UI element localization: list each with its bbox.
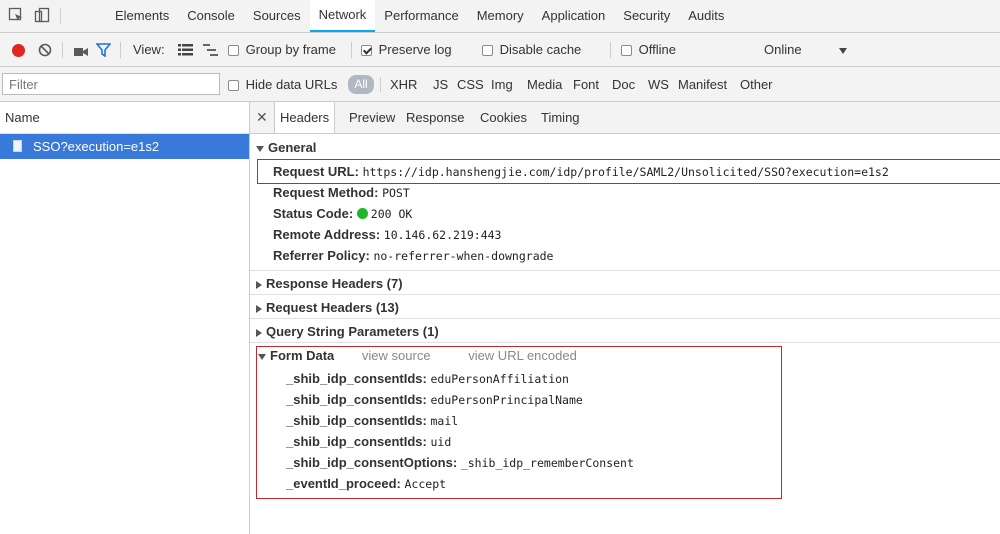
request-method-row: Request Method: POST xyxy=(273,185,410,200)
name-column-header[interactable]: Name xyxy=(0,102,249,134)
tab-audits[interactable]: Audits xyxy=(679,0,733,32)
toolbar-divider xyxy=(610,42,611,58)
query-string-section[interactable]: Query String Parameters (1) xyxy=(256,324,439,339)
tab-application[interactable]: Application xyxy=(533,0,615,32)
hide-data-urls-checkbox[interactable] xyxy=(228,80,239,92)
tab-network[interactable]: Network xyxy=(309,0,376,32)
preserve-log-option[interactable]: Preserve log xyxy=(361,41,452,58)
filter-type-xhr[interactable]: XHR xyxy=(390,76,417,93)
group-by-frame-checkbox[interactable] xyxy=(228,45,239,57)
detail-tabs: ✕ Headers Preview Response Cookies Timin… xyxy=(250,102,1000,134)
document-icon xyxy=(13,140,22,152)
general-section-header[interactable]: General xyxy=(256,140,316,155)
expand-triangle-icon xyxy=(256,145,264,152)
toolbar-divider xyxy=(120,42,121,58)
offline-checkbox[interactable] xyxy=(621,45,632,57)
expand-triangle-icon xyxy=(258,353,266,360)
tab-preview[interactable]: Preview xyxy=(344,102,400,133)
form-data-row: _shib_idp_consentIds: eduPersonPrincipal… xyxy=(286,392,583,407)
tabbar-divider xyxy=(60,8,61,24)
filter-type-manifest[interactable]: Manifest xyxy=(678,76,727,93)
overview-icon[interactable] xyxy=(203,44,218,59)
section-divider xyxy=(250,342,1000,343)
tab-sources[interactable]: Sources xyxy=(244,0,310,32)
tab-timing[interactable]: Timing xyxy=(536,102,585,133)
section-divider xyxy=(250,270,1000,271)
filter-type-img[interactable]: Img xyxy=(491,76,513,93)
network-toolbar: View: Group by frame Preserve log Disabl… xyxy=(0,33,1000,67)
tab-cookies[interactable]: Cookies xyxy=(475,102,532,133)
devtools-tabbar: Elements Console Sources Network Perform… xyxy=(0,0,1000,33)
device-toolbar-icon[interactable] xyxy=(34,7,50,23)
section-divider xyxy=(250,294,1000,295)
filter-type-doc[interactable]: Doc xyxy=(612,76,635,93)
tab-response[interactable]: Response xyxy=(401,102,470,133)
form-data-row: _eventId_proceed: Accept xyxy=(286,476,447,491)
collapse-triangle-icon xyxy=(256,304,262,313)
filter-divider xyxy=(380,77,381,92)
group-by-frame-option[interactable]: Group by frame xyxy=(228,41,336,58)
filter-bar: Hide data URLs All XHR JS CSS Img Media … xyxy=(0,67,1000,102)
tab-performance[interactable]: Performance xyxy=(375,0,467,32)
referrer-policy-row: Referrer Policy: no-referrer-when-downgr… xyxy=(273,248,554,263)
tab-console[interactable]: Console xyxy=(178,0,244,32)
inspect-element-icon[interactable] xyxy=(8,7,24,23)
view-url-encoded-link[interactable]: view URL encoded xyxy=(468,348,577,363)
throttling-select[interactable]: Online xyxy=(764,41,802,58)
section-divider xyxy=(250,318,1000,319)
filter-type-js[interactable]: JS xyxy=(433,76,448,93)
filter-input[interactable] xyxy=(2,73,220,95)
form-data-section-header[interactable]: Form Data view source view URL encoded xyxy=(258,348,577,363)
status-ok-icon xyxy=(356,208,368,219)
large-rows-icon[interactable] xyxy=(178,44,193,59)
capture-screenshots-icon[interactable] xyxy=(74,45,88,60)
filter-type-media[interactable]: Media xyxy=(527,76,562,93)
throttling-dropdown-icon[interactable] xyxy=(839,48,847,54)
tab-memory[interactable]: Memory xyxy=(468,0,533,32)
status-code-row: Status Code: 200 OK xyxy=(273,206,413,221)
collapse-triangle-icon xyxy=(256,280,262,289)
hide-data-urls-option[interactable]: Hide data URLs xyxy=(228,76,337,93)
tab-security[interactable]: Security xyxy=(614,0,679,32)
form-data-row: _shib_idp_consentOptions: _shib_idp_reme… xyxy=(286,455,634,470)
tab-headers[interactable]: Headers xyxy=(274,102,336,133)
request-headers-section[interactable]: Request Headers (13) xyxy=(256,300,399,315)
request-url-row: Request URL: https://idp.hanshengjie.com… xyxy=(273,164,889,179)
clear-icon[interactable] xyxy=(38,43,52,60)
request-row[interactable]: SSO?execution=e1s2 xyxy=(0,134,249,159)
offline-option[interactable]: Offline xyxy=(621,41,676,58)
response-headers-section[interactable]: Response Headers (7) xyxy=(256,276,403,291)
view-source-link[interactable]: view source xyxy=(362,348,431,363)
close-icon[interactable]: ✕ xyxy=(256,109,268,126)
tab-elements[interactable]: Elements xyxy=(106,0,178,32)
toolbar-divider xyxy=(62,42,63,58)
form-data-row: _shib_idp_consentIds: uid xyxy=(286,434,452,449)
disable-cache-checkbox[interactable] xyxy=(482,45,493,57)
filter-type-ws[interactable]: WS xyxy=(648,76,669,93)
filter-type-other[interactable]: Other xyxy=(740,76,773,93)
filter-type-font[interactable]: Font xyxy=(573,76,599,93)
toolbar-divider xyxy=(351,42,352,58)
filter-type-css[interactable]: CSS xyxy=(457,76,484,93)
form-data-row: _shib_idp_consentIds: mail xyxy=(286,413,459,428)
view-label: View: xyxy=(133,42,165,57)
request-details: ✕ Headers Preview Response Cookies Timin… xyxy=(250,102,1000,534)
preserve-log-checkbox[interactable] xyxy=(361,45,372,57)
remote-address-row: Remote Address: 10.146.62.219:443 xyxy=(273,227,502,242)
collapse-triangle-icon xyxy=(256,328,262,337)
filter-type-all[interactable]: All xyxy=(348,75,374,94)
record-icon[interactable] xyxy=(12,44,25,57)
request-list: Name SSO?execution=e1s2 xyxy=(0,102,250,534)
form-data-row: _shib_idp_consentIds: eduPersonAffiliati… xyxy=(286,371,569,386)
filter-icon[interactable] xyxy=(95,43,112,60)
main-tabs: Elements Console Sources Network Perform… xyxy=(106,0,733,32)
request-name: SSO?execution=e1s2 xyxy=(33,139,160,154)
disable-cache-option[interactable]: Disable cache xyxy=(482,41,581,58)
